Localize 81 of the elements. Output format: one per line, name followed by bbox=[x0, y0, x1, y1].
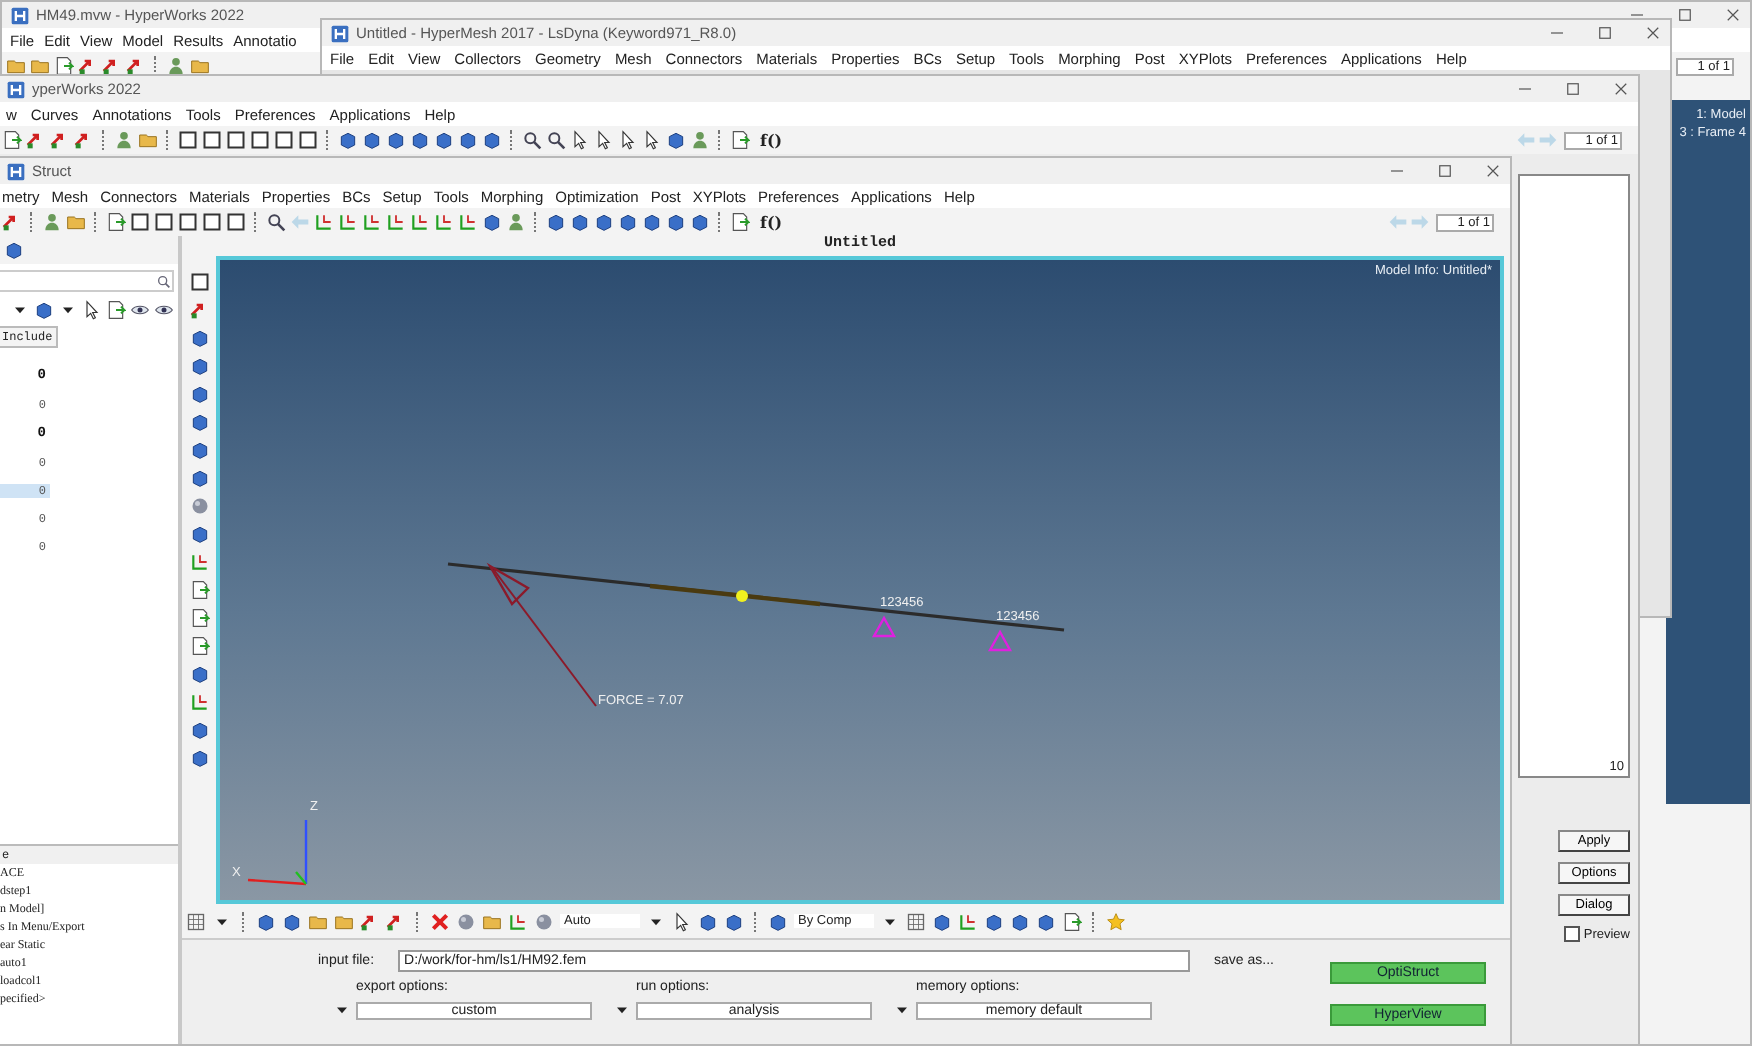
square-icon[interactable] bbox=[298, 130, 318, 150]
app-logo-icon bbox=[6, 161, 26, 181]
cube-icon[interactable] bbox=[666, 130, 686, 150]
sphere-icon[interactable] bbox=[190, 496, 210, 516]
axes-icon[interactable] bbox=[314, 212, 334, 232]
function-button[interactable]: f() bbox=[760, 212, 783, 232]
axes-icon[interactable] bbox=[458, 212, 478, 232]
axes-icon[interactable] bbox=[410, 212, 430, 232]
node-dot bbox=[736, 590, 748, 602]
search-icon[interactable] bbox=[156, 273, 172, 289]
triangle-marker bbox=[987, 629, 1013, 652]
square-icon[interactable] bbox=[154, 212, 174, 232]
magnifier-icon[interactable] bbox=[546, 130, 566, 150]
square-icon[interactable] bbox=[178, 212, 198, 232]
sphere-icon[interactable] bbox=[456, 911, 476, 931]
folder-icon[interactable] bbox=[66, 212, 86, 232]
page-icon[interactable] bbox=[730, 212, 750, 232]
axes-icon[interactable] bbox=[958, 911, 978, 931]
maximize-icon[interactable] bbox=[1596, 24, 1614, 42]
person-icon[interactable] bbox=[42, 212, 62, 232]
square-icon[interactable] bbox=[226, 212, 246, 232]
cube-icon[interactable] bbox=[932, 911, 952, 931]
page-icon[interactable] bbox=[54, 56, 74, 76]
eye-icon[interactable] bbox=[130, 300, 150, 320]
axes-icon[interactable] bbox=[338, 212, 358, 232]
sphere-icon[interactable] bbox=[534, 911, 554, 931]
cube-icon[interactable] bbox=[482, 212, 502, 232]
magnifier-icon[interactable] bbox=[266, 212, 286, 232]
cube-icon[interactable] bbox=[190, 664, 210, 684]
close-icon[interactable] bbox=[1724, 6, 1742, 24]
maximize-icon[interactable] bbox=[1436, 162, 1454, 180]
axes-icon[interactable] bbox=[190, 692, 210, 712]
app-logo-icon bbox=[330, 23, 350, 43]
axes-icon[interactable] bbox=[386, 212, 406, 232]
triangle-marker bbox=[871, 615, 897, 638]
cube-icon[interactable] bbox=[768, 911, 788, 931]
axes-icon[interactable] bbox=[508, 911, 528, 931]
square-icon[interactable] bbox=[250, 130, 270, 150]
page-icon[interactable] bbox=[730, 130, 750, 150]
axes-icon[interactable] bbox=[190, 552, 210, 572]
page-icon[interactable] bbox=[1062, 911, 1082, 931]
cursor-icon[interactable] bbox=[672, 911, 692, 931]
person-icon[interactable] bbox=[114, 130, 134, 150]
square-icon[interactable] bbox=[130, 212, 150, 232]
app-logo-icon bbox=[10, 5, 30, 25]
folder-icon[interactable] bbox=[482, 911, 502, 931]
square-icon[interactable] bbox=[178, 130, 198, 150]
cube-icon[interactable] bbox=[190, 524, 210, 544]
folder-icon[interactable] bbox=[138, 130, 158, 150]
page-icon[interactable] bbox=[106, 212, 126, 232]
square-icon[interactable] bbox=[274, 130, 294, 150]
close-icon[interactable] bbox=[1644, 24, 1662, 42]
page-icon[interactable] bbox=[106, 300, 126, 320]
page-icon[interactable] bbox=[190, 580, 210, 600]
square-icon[interactable] bbox=[226, 130, 246, 150]
close-icon[interactable] bbox=[1484, 162, 1502, 180]
star-icon[interactable] bbox=[1106, 911, 1126, 931]
maximize-icon[interactable] bbox=[1676, 6, 1694, 24]
function-button[interactable]: f() bbox=[760, 130, 783, 150]
axes-icon[interactable] bbox=[434, 212, 454, 232]
grid-icon[interactable] bbox=[186, 911, 206, 931]
app-logo-icon bbox=[6, 79, 26, 99]
axis-triad bbox=[247, 820, 308, 886]
close-icon[interactable] bbox=[1612, 80, 1630, 98]
cube-icon[interactable] bbox=[4, 240, 24, 260]
page-icon[interactable] bbox=[190, 608, 210, 628]
maximize-icon[interactable] bbox=[1564, 80, 1582, 98]
grid-icon[interactable] bbox=[906, 911, 926, 931]
square-icon[interactable] bbox=[202, 130, 222, 150]
search-field[interactable] bbox=[0, 270, 174, 292]
page-icon[interactable] bbox=[190, 636, 210, 656]
square-icon[interactable] bbox=[202, 212, 222, 232]
cursor-icon[interactable] bbox=[82, 300, 102, 320]
cross-icon[interactable] bbox=[430, 911, 450, 931]
page-icon[interactable] bbox=[2, 130, 22, 150]
person-icon[interactable] bbox=[166, 56, 186, 76]
axes-icon[interactable] bbox=[362, 212, 382, 232]
square-icon[interactable] bbox=[190, 272, 210, 292]
magnifier-icon[interactable] bbox=[522, 130, 542, 150]
cube-icon[interactable] bbox=[34, 300, 54, 320]
eye-icon[interactable] bbox=[154, 300, 174, 320]
